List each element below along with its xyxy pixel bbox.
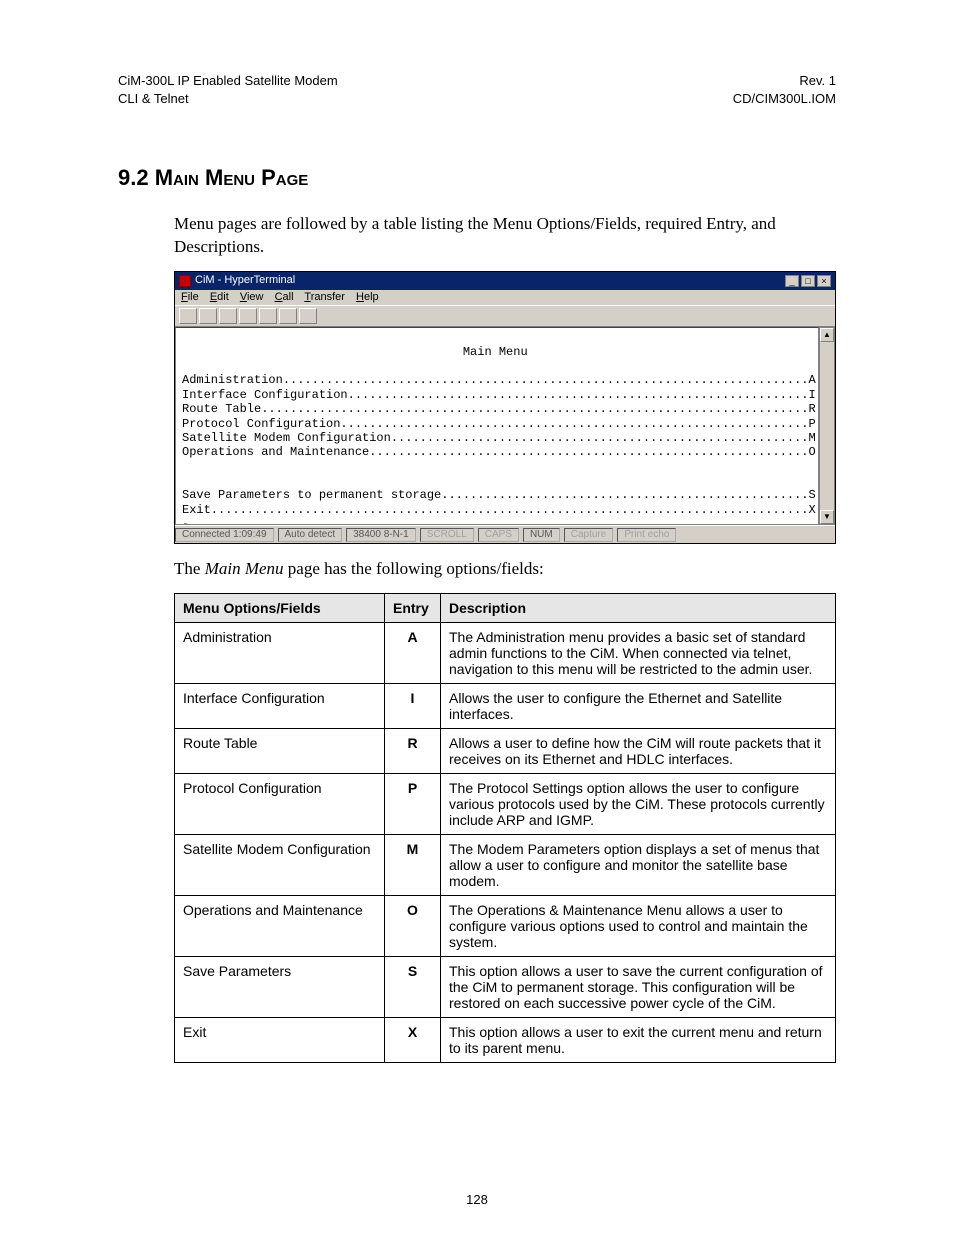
cell-description: The Administration menu provides a basic…: [441, 623, 836, 684]
titlebar: CiM - HyperTerminal _ □ ×: [175, 272, 835, 290]
header-right-line1: Rev. 1: [733, 72, 836, 90]
cell-description: Allows a user to define how the CiM will…: [441, 729, 836, 774]
cell-menu-option: Administration: [175, 623, 385, 684]
status-num: NUM: [523, 528, 560, 542]
page-number: 128: [0, 1192, 954, 1207]
app-icon: [179, 275, 191, 287]
window-controls: _ □ ×: [785, 275, 831, 287]
caption-italic: Main Menu: [205, 559, 284, 578]
cell-menu-option: Protocol Configuration: [175, 774, 385, 835]
intro-paragraph: Menu pages are followed by a table listi…: [174, 213, 836, 259]
toolbar: [175, 305, 835, 327]
cell-menu-option: Save Parameters: [175, 957, 385, 1018]
status-baud: 38400 8-N-1: [346, 528, 416, 542]
toolbar-btn-send-icon[interactable]: [259, 308, 277, 324]
cell-entry: P: [385, 774, 441, 835]
page-header: CiM-300L IP Enabled Satellite Modem CLI …: [118, 72, 836, 107]
cell-entry: O: [385, 896, 441, 957]
cell-entry: R: [385, 729, 441, 774]
table-row: Interface ConfigurationIAllows the user …: [175, 684, 836, 729]
status-caps: CAPS: [478, 528, 519, 542]
window-title: CiM - HyperTerminal: [195, 274, 295, 287]
maximize-icon[interactable]: □: [801, 275, 815, 287]
cell-menu-option: Route Table: [175, 729, 385, 774]
cell-description: This option allows a user to save the cu…: [441, 957, 836, 1018]
scroll-up-icon[interactable]: ▲: [820, 328, 834, 342]
menu-transfer[interactable]: Transfer: [304, 291, 345, 303]
scroll-down-icon[interactable]: ▼: [820, 510, 834, 524]
menu-help[interactable]: Help: [356, 291, 379, 303]
caption-prefix: The: [174, 559, 205, 578]
options-table: Menu Options/Fields Entry Description Ad…: [174, 593, 836, 1063]
header-right: Rev. 1 CD/CIM300L.IOM: [733, 72, 836, 107]
table-row: Operations and MaintenanceOThe Operation…: [175, 896, 836, 957]
toolbar-btn-new-icon[interactable]: [179, 308, 197, 324]
table-row: Satellite Modem ConfigurationMThe Modem …: [175, 835, 836, 896]
status-echo: Print echo: [617, 528, 676, 542]
toolbar-btn-open-icon[interactable]: [199, 308, 217, 324]
status-bar: Connected 1:09:49 Auto detect 38400 8-N-…: [175, 525, 835, 543]
cell-menu-option: Interface Configuration: [175, 684, 385, 729]
th-description: Description: [441, 594, 836, 623]
status-capture: Capture: [564, 528, 614, 542]
scrollbar[interactable]: ▲ ▼: [819, 327, 835, 525]
cell-menu-option: Operations and Maintenance: [175, 896, 385, 957]
header-left: CiM-300L IP Enabled Satellite Modem CLI …: [118, 72, 338, 107]
menu-edit[interactable]: Edit: [210, 291, 229, 303]
cell-description: The Operations & Maintenance Menu allows…: [441, 896, 836, 957]
section-title-text: Main Menu Page: [155, 165, 309, 190]
cell-menu-option: Exit: [175, 1018, 385, 1063]
hyperterminal-window: CiM - HyperTerminal _ □ × File Edit View…: [174, 271, 836, 544]
table-row: ExitXThis option allows a user to exit t…: [175, 1018, 836, 1063]
menu-file[interactable]: File: [181, 291, 199, 303]
header-left-line1: CiM-300L IP Enabled Satellite Modem: [118, 72, 338, 90]
toolbar-btn-hangup-icon[interactable]: [239, 308, 257, 324]
cell-description: The Modem Parameters option displays a s…: [441, 835, 836, 896]
header-right-line2: CD/CIM300L.IOM: [733, 90, 836, 108]
caption-paragraph: The Main Menu page has the following opt…: [174, 558, 836, 581]
toolbar-btn-call-icon[interactable]: [219, 308, 237, 324]
section-number: 9.2: [118, 165, 149, 190]
th-entry: Entry: [385, 594, 441, 623]
table-head: Menu Options/Fields Entry Description: [175, 594, 836, 623]
close-icon[interactable]: ×: [817, 275, 831, 287]
menubar: File Edit View Call Transfer Help: [175, 290, 835, 305]
header-left-line2: CLI & Telnet: [118, 90, 338, 108]
minimize-icon[interactable]: _: [785, 275, 799, 287]
cell-description: This option allows a user to exit the cu…: [441, 1018, 836, 1063]
cell-entry: X: [385, 1018, 441, 1063]
cell-menu-option: Satellite Modem Configuration: [175, 835, 385, 896]
cell-entry: A: [385, 623, 441, 684]
status-connected: Connected 1:09:49: [175, 528, 274, 542]
status-scroll: SCROLL: [420, 528, 474, 542]
cell-description: Allows the user to configure the Etherne…: [441, 684, 836, 729]
table-row: AdministrationAThe Administration menu p…: [175, 623, 836, 684]
menu-view[interactable]: View: [240, 291, 264, 303]
cell-entry: S: [385, 957, 441, 1018]
terminal-output: Main Menu Administration................…: [175, 327, 819, 525]
toolbar-btn-recv-icon[interactable]: [279, 308, 297, 324]
toolbar-btn-props-icon[interactable]: [299, 308, 317, 324]
table-row: Save ParametersSThis option allows a use…: [175, 957, 836, 1018]
cell-entry: M: [385, 835, 441, 896]
table-row: Protocol ConfigurationPThe Protocol Sett…: [175, 774, 836, 835]
menu-call[interactable]: Call: [275, 291, 294, 303]
section-heading: 9.2 Main Menu Page: [118, 165, 836, 191]
cell-description: The Protocol Settings option allows the …: [441, 774, 836, 835]
table-body: AdministrationAThe Administration menu p…: [175, 623, 836, 1063]
th-menu-options: Menu Options/Fields: [175, 594, 385, 623]
status-detect: Auto detect: [278, 528, 343, 542]
table-row: Route TableRAllows a user to define how …: [175, 729, 836, 774]
cell-entry: I: [385, 684, 441, 729]
caption-suffix: page has the following options/fields:: [284, 559, 544, 578]
